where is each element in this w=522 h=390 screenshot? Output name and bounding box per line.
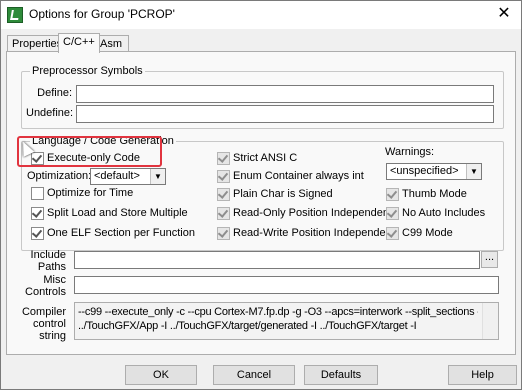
compiler-scrollbar[interactable]: [482, 303, 498, 339]
misc-controls-input[interactable]: [74, 276, 499, 294]
include-paths-browse-button[interactable]: ...: [481, 251, 498, 268]
tab-asm[interactable]: Asm: [95, 35, 129, 52]
cancel-button[interactable]: Cancel: [213, 365, 295, 385]
undefine-label: Undefine:: [26, 107, 74, 119]
c99-mode-box: [386, 227, 399, 240]
chevron-down-icon: ▼: [150, 169, 165, 184]
strict-ansi-box: [217, 152, 230, 165]
split-load-store-label: Split Load and Store Multiple: [47, 207, 188, 219]
c-cpp-panel: Preprocessor Symbols Define: Undefine: L…: [6, 51, 516, 355]
tab-properties[interactable]: Properties: [7, 35, 63, 52]
compiler-line-1: --c99 --execute_only -c --cpu Cortex-M7.…: [78, 306, 478, 318]
one-elf-section-box: [31, 227, 44, 240]
undefine-input[interactable]: [76, 105, 494, 123]
tab-c-cpp[interactable]: C/C++: [58, 33, 100, 53]
highlight-annotation: [17, 136, 162, 167]
ro-position-independent-label: Read-Only Position Independent: [233, 207, 392, 219]
defaults-button[interactable]: Defaults: [304, 365, 378, 385]
optimize-time-label: Optimize for Time: [47, 187, 134, 199]
compiler-control-string-label: Compiler control string: [17, 306, 66, 342]
optimization-label: Optimization:: [27, 170, 92, 182]
keil-app-icon: [7, 7, 23, 23]
rw-position-independent-box: [217, 227, 230, 240]
enum-container-label: Enum Container always int: [233, 170, 364, 182]
ok-button[interactable]: OK: [125, 365, 197, 385]
define-input[interactable]: [76, 85, 494, 103]
options-dialog: Options for Group 'PCROP' ✕ Properties C…: [0, 0, 522, 390]
warnings-label: Warnings:: [385, 146, 435, 158]
no-auto-includes-box: [386, 207, 399, 220]
thumb-mode-box: [386, 188, 399, 201]
warnings-select[interactable]: <unspecified> ▼: [386, 163, 482, 180]
define-label: Define:: [37, 87, 72, 99]
include-paths-label: Include Paths: [17, 249, 66, 273]
compiler-label-line3: string: [39, 330, 66, 342]
warnings-value: <unspecified>: [390, 165, 459, 177]
chevron-down-icon: ▼: [466, 164, 481, 179]
misc-controls-label-line2: Controls: [25, 286, 66, 298]
enum-container-box: [217, 170, 230, 183]
compiler-label-line1: Compiler: [21, 306, 66, 318]
no-auto-includes-label: No Auto Includes: [402, 207, 486, 219]
close-button[interactable]: ✕: [487, 1, 521, 29]
include-paths-label-line1: Include: [30, 249, 66, 261]
compiler-line-2: ../TouchGFX/App -I ../TouchGFX/target/ge…: [78, 320, 417, 332]
compiler-label-line2: control: [32, 318, 66, 330]
preprocessor-group: Preprocessor Symbols Define: Undefine:: [21, 65, 504, 129]
help-button[interactable]: Help: [448, 365, 517, 385]
plain-char-signed-label: Plain Char is Signed: [233, 188, 333, 200]
split-load-store-box: [31, 207, 44, 220]
optimization-select[interactable]: <default> ▼: [90, 168, 166, 185]
thumb-mode-label: Thumb Mode: [402, 188, 467, 200]
title-bar: Options for Group 'PCROP' ✕: [1, 1, 521, 29]
strict-ansi-label: Strict ANSI C: [233, 152, 298, 164]
optimize-time-box: [31, 187, 44, 200]
include-paths-input[interactable]: [74, 251, 480, 269]
ro-position-independent-box: [217, 207, 230, 220]
include-paths-label-line2: Paths: [37, 261, 66, 273]
c99-mode-label: C99 Mode: [402, 227, 453, 239]
optimization-value: <default>: [94, 170, 140, 182]
plain-char-signed-box: [217, 188, 230, 201]
one-elf-section-label: One ELF Section per Function: [47, 227, 195, 239]
window-title: Options for Group 'PCROP': [29, 7, 175, 21]
misc-controls-label: Misc Controls: [17, 274, 66, 298]
compiler-control-string-box[interactable]: --c99 --execute_only -c --cpu Cortex-M7.…: [74, 302, 499, 340]
rw-position-independent-label: Read-Write Position Independent: [233, 227, 395, 239]
misc-controls-label-line1: Misc: [43, 274, 66, 286]
preprocessor-group-label: Preprocessor Symbols: [30, 65, 145, 77]
